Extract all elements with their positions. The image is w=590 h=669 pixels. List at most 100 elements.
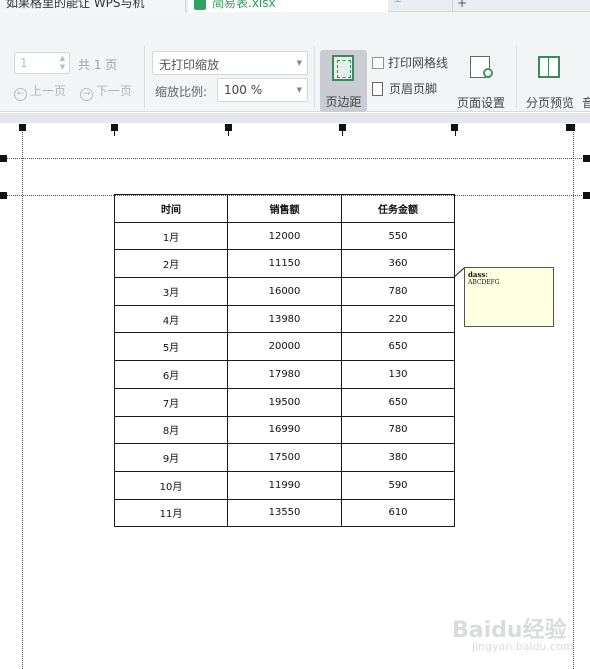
tab-file-label: 简易表.xlsx: [212, 0, 276, 10]
column-handle[interactable]: [566, 124, 575, 131]
page-margin-icon: [332, 55, 354, 81]
print-gridlines-label: 打印网格线: [388, 56, 449, 70]
chevron-down-icon: ▼: [296, 59, 302, 67]
tab-file[interactable]: 简易表.xlsx: [188, 0, 388, 12]
column-tick: [114, 130, 115, 136]
table-cell: 20000: [227, 332, 342, 362]
arrow-left-icon: ←: [14, 88, 27, 101]
table-row: 6月 17980 130: [114, 360, 455, 389]
page-break-icon: [538, 56, 560, 78]
table-cell: 11月: [114, 498, 228, 528]
tab-strip: 如果格里的能让 WPS与机 简易表.xlsx ⊥ +: [0, 0, 590, 12]
table-cell: 19500: [227, 387, 342, 417]
table-cell: 610: [341, 498, 455, 528]
table-row: 1月 12000 550: [114, 221, 455, 251]
margin-handle[interactable]: [0, 192, 7, 199]
table-cell: 16990: [227, 415, 342, 445]
table-cell: 6月: [114, 360, 228, 389]
page-number-value: 1: [20, 56, 28, 70]
table-row: 9月 17500 380: [114, 443, 455, 472]
next-page-button[interactable]: → 下一页: [80, 82, 132, 101]
next-page-label: 下一页: [96, 84, 133, 98]
table-cell: 17500: [227, 443, 342, 472]
add-tab-button[interactable]: +: [452, 0, 590, 12]
tab-document-label: 如果格里的能让 WPS与机: [6, 0, 145, 10]
table-row: 7月 19500 650: [114, 387, 455, 417]
header-footer-label: 页眉页脚: [389, 82, 438, 96]
scale-ratio-value: 100 %: [224, 83, 263, 97]
comment-text: ABCDEFG: [468, 279, 500, 286]
print-preview-toolbar: 1 ▲ ▼ 共 1 页 ← 上一页 → 下一页 无打印缩放 ▼ 缩放比例: 100 %…: [0, 12, 590, 112]
table-cell: 130: [341, 360, 455, 389]
gear-icon: [483, 68, 493, 78]
total-pages-text: 共 1 页: [78, 58, 118, 72]
table-cell: 13980: [227, 304, 342, 334]
margin-handle[interactable]: [0, 155, 7, 162]
table-cell: 11990: [227, 470, 342, 500]
tab-document[interactable]: 如果格里的能让 WPS与机: [0, 0, 186, 12]
comment-author: dass:: [468, 270, 488, 279]
page-number-input[interactable]: 1 ▲ ▼: [14, 52, 70, 74]
column-tick: [228, 130, 229, 136]
pin-icon[interactable]: ⊥: [393, 0, 402, 5]
table-cell: 360: [341, 249, 455, 279]
spreadsheet-icon: [194, 0, 206, 10]
table-cell: 2月: [114, 249, 228, 279]
table-cell: 220: [341, 304, 455, 334]
table-row: 5月 20000 650: [114, 332, 455, 362]
margin-handle[interactable]: [583, 192, 590, 199]
table-cell: 650: [341, 332, 455, 362]
page-setup-button[interactable]: 页面设置: [456, 50, 506, 112]
header-margin-guide[interactable]: [0, 158, 590, 159]
cell-comment[interactable]: dass: ABCDEFG: [464, 267, 554, 327]
table-cell: 780: [341, 277, 455, 306]
margins-button[interactable]: 页边距: [320, 50, 367, 112]
toolbar-divider: [144, 46, 145, 108]
prev-page-button[interactable]: ← 上一页: [14, 82, 66, 101]
table-row: 2月 11150 360: [114, 249, 455, 279]
table-cell: 780: [341, 415, 455, 445]
margin-handle[interactable]: [19, 124, 26, 131]
table-cell: 10月: [114, 470, 228, 500]
table-row: 10月 11990 590: [114, 470, 455, 500]
overflow-button[interactable]: 音: [582, 94, 590, 111]
table-cell: 550: [341, 221, 455, 251]
header-footer-button[interactable]: 页眉页脚: [372, 80, 437, 97]
table-row: 11月 13550 610: [114, 498, 455, 528]
scale-mode-select[interactable]: 无打印缩放 ▼: [152, 51, 308, 75]
table-row: 3月 16000 780: [114, 277, 455, 306]
prev-page-label: 上一页: [30, 84, 67, 98]
table-cell: 11150: [227, 249, 342, 279]
table-row: 8月 16990 780: [114, 415, 455, 445]
table-cell: 1月: [114, 221, 228, 251]
page-icon: [372, 82, 383, 96]
table-cell: 17980: [227, 360, 342, 389]
scale-mode-value: 无打印缩放: [159, 58, 220, 72]
chevron-down-icon: ▼: [296, 86, 302, 94]
table-cell: 8月: [114, 415, 228, 445]
print-preview-window: 如果格里的能让 WPS与机 简易表.xlsx ⊥ + 1 ▲▼ 共 1 页 ←上…: [0, 0, 590, 669]
baidu-watermark-url: jingyan.baidu.com: [472, 640, 574, 653]
left-margin-guide[interactable]: [22, 124, 23, 669]
sheet-table: 时间 销售额 任务金额 1月 12000 550 2月 11150 360 3月 1600…: [114, 194, 455, 528]
table-cell: 13550: [227, 498, 342, 528]
canvas-top-strip: [0, 113, 590, 123]
print-gridlines-checkbox[interactable]: 打印网格线: [372, 54, 448, 71]
toolbar-divider: [516, 46, 517, 108]
scale-ratio-select[interactable]: 100 % ▼: [217, 78, 308, 102]
column-tick: [342, 130, 343, 136]
page-break-preview-button[interactable]: 分页预览: [524, 50, 576, 112]
column-tick: [455, 130, 456, 136]
column-header: 任务金额: [341, 194, 455, 223]
table-cell: 590: [341, 470, 455, 500]
right-margin-guide[interactable]: [573, 124, 574, 669]
table-cell: 16000: [227, 277, 342, 306]
column-header: 销售额: [227, 194, 342, 223]
page-break-preview-label: 分页预览: [525, 96, 574, 110]
checkbox-box[interactable]: [372, 57, 384, 69]
margin-handle[interactable]: [583, 155, 590, 162]
table-cell: 5月: [114, 332, 228, 362]
table-cell: 9月: [114, 443, 228, 472]
table-cell: 650: [341, 387, 455, 417]
page-spinner-arrows[interactable]: ▲ ▼: [58, 54, 67, 72]
